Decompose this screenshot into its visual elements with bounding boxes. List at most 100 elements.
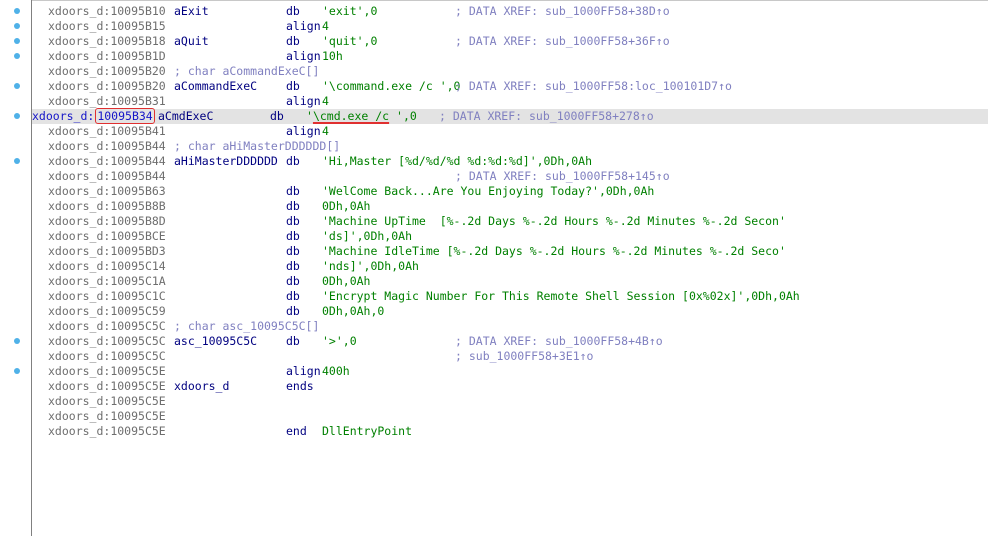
- address[interactable]: xdoors_d:10095B20: [48, 79, 166, 94]
- listing-row[interactable]: xdoors_d:10095B44 aHiMasterDDDDDD db 'Hi,Ma…: [48, 154, 988, 169]
- listing-row[interactable]: xdoors_d:10095B44 ; char aHiMasterDDDDDD[…: [48, 139, 988, 154]
- address[interactable]: xdoors_d:10095C5E: [48, 379, 166, 394]
- listing-row[interactable]: xdoors_d:10095B8D db 'Machine UpTime [%-.2…: [48, 214, 988, 229]
- operands[interactable]: 'quit',0: [322, 34, 377, 49]
- address[interactable]: xdoors_d:10095C5E: [48, 364, 166, 379]
- breakpoint-dot-icon[interactable]: [14, 23, 20, 29]
- xref-comment[interactable]: ; DATA XREF: sub_1000FF58+278↑o: [439, 109, 654, 124]
- address-offset[interactable]: 10095BD3: [110, 244, 165, 258]
- operands[interactable]: 0Dh,0Ah: [322, 199, 370, 214]
- address-offset[interactable]: 10095B34: [95, 108, 155, 124]
- address-offset[interactable]: 10095B31: [110, 94, 165, 108]
- address[interactable]: xdoors_d:10095B1D: [48, 49, 166, 64]
- address-offset[interactable]: 10095C5E: [110, 394, 165, 408]
- listing-row[interactable]: xdoors_d:10095B41 align 4: [48, 124, 988, 139]
- listing-row[interactable]: xdoors_d:10095C5C ; sub_1000FF58+3E1↑o: [48, 349, 988, 364]
- breakpoint-dot-icon[interactable]: [14, 38, 20, 44]
- breakpoint-dot-icon[interactable]: [14, 113, 20, 119]
- address-offset[interactable]: 10095B44: [110, 139, 165, 153]
- address-offset[interactable]: 10095B41: [110, 124, 165, 138]
- symbol-label[interactable]: aQuit: [174, 34, 209, 49]
- symbol-label[interactable]: aHiMasterDDDDDD: [174, 154, 278, 169]
- listing-row[interactable]: xdoors_d:10095B10 aExit db 'exit',0 ; DATA X…: [48, 4, 988, 19]
- symbol-label[interactable]: xdoors_d: [174, 379, 229, 394]
- address[interactable]: xdoors_d:10095BCE: [48, 229, 166, 244]
- address-offset[interactable]: 10095B18: [110, 34, 165, 48]
- listing-row[interactable]: xdoors_d:10095C1A db 0Dh,0Ah: [48, 274, 988, 289]
- address-offset[interactable]: 10095C1A: [110, 274, 165, 288]
- symbol-label[interactable]: aExit: [174, 4, 209, 19]
- operands[interactable]: 4: [322, 124, 329, 139]
- address[interactable]: xdoors_d:10095B8D: [48, 214, 166, 229]
- address-offset[interactable]: 10095C5E: [110, 409, 165, 423]
- operands[interactable]: '>',0: [322, 334, 357, 349]
- operands[interactable]: 'exit',0: [322, 4, 377, 19]
- address[interactable]: xdoors_d: 10095B34: [32, 108, 155, 124]
- address[interactable]: xdoors_d:10095C59: [48, 304, 166, 319]
- address-offset[interactable]: 10095B63: [110, 184, 165, 198]
- breakpoint-dot-icon[interactable]: [14, 338, 20, 344]
- operands[interactable]: 'WelCome Back...Are You Enjoying Today?'…: [322, 184, 654, 199]
- listing-row[interactable]: xdoors_d:10095C5E: [48, 394, 988, 409]
- address[interactable]: xdoors_d:10095B41: [48, 124, 166, 139]
- address[interactable]: xdoors_d:10095C1C: [48, 289, 166, 304]
- operands[interactable]: '\command.exe /c ',0: [322, 79, 460, 94]
- listing-row[interactable]: xdoors_d:10095C5E: [48, 409, 988, 424]
- operands[interactable]: 'Machine UpTime [%-.2d Days %-.2d Hours …: [322, 214, 786, 229]
- operands[interactable]: 'ds]',0Dh,0Ah: [322, 229, 412, 244]
- operands[interactable]: 400h: [322, 364, 350, 379]
- address-offset[interactable]: 10095B8D: [110, 214, 165, 228]
- listing-row[interactable]: xdoors_d:10095B31 align 4: [48, 94, 988, 109]
- line-gutter[interactable]: [0, 0, 31, 536]
- address[interactable]: xdoors_d:10095C5C: [48, 349, 166, 364]
- disassembly-listing[interactable]: xdoors_d:10095B10 aExit db'exit',0; DATA X…: [32, 4, 988, 439]
- breakpoint-dot-icon[interactable]: [14, 53, 20, 59]
- listing-row[interactable]: xdoors_d:10095C1C db 'Encrypt Magic Number…: [48, 289, 988, 304]
- operands[interactable]: 'Machine IdleTime [%-.2d Days %-.2d Hour…: [322, 244, 786, 259]
- breakpoint-dot-icon[interactable]: [14, 368, 20, 374]
- listing-row[interactable]: xdoors_d:10095C5E xdoors_d ends: [48, 379, 988, 394]
- listing-row[interactable]: xdoors_d:10095B8B db 0Dh,0Ah: [48, 199, 988, 214]
- breakpoint-dot-icon[interactable]: [14, 83, 20, 89]
- xref-comment[interactable]: ; DATA XREF: sub_1000FF58:loc_100101D7↑o: [455, 79, 732, 94]
- address[interactable]: xdoors_d:10095BD3: [48, 244, 166, 259]
- address-offset[interactable]: 10095C5E: [110, 379, 165, 393]
- xref-comment[interactable]: ; DATA XREF: sub_1000FF58+36F↑o: [455, 34, 670, 49]
- xref-comment[interactable]: ; DATA XREF: sub_1000FF58+145↑o: [455, 169, 670, 184]
- listing-row[interactable]: xdoors_d:10095B63 db 'WelCome Back...Are Y…: [48, 184, 988, 199]
- listing-row[interactable]: xdoors_d:10095B44 ; DATA XREF: sub_1000FF…: [48, 169, 988, 184]
- address[interactable]: xdoors_d:10095C5C: [48, 334, 166, 349]
- address-offset[interactable]: 10095B44: [110, 169, 165, 183]
- listing-row[interactable]: xdoors_d:10095B20 ; char aCommandExeC[]: [48, 64, 988, 79]
- operands[interactable]: 'Encrypt Magic Number For This Remote Sh…: [322, 289, 800, 304]
- xref-comment[interactable]: ; DATA XREF: sub_1000FF58+4B↑o: [455, 334, 663, 349]
- symbol-label[interactable]: asc_10095C5C: [174, 334, 257, 349]
- address-offset[interactable]: 10095B10: [110, 4, 165, 18]
- address-offset[interactable]: 10095B44: [110, 154, 165, 168]
- address[interactable]: xdoors_d:10095C1A: [48, 274, 166, 289]
- listing-row[interactable]: xdoors_d:10095C14 db 'nds]',0Dh,0Ah: [48, 259, 988, 274]
- operands[interactable]: 0Dh,0Ah: [322, 274, 370, 289]
- operand-highlight[interactable]: \cmd.exe /c: [313, 109, 389, 123]
- operands[interactable]: 4: [322, 19, 329, 34]
- address[interactable]: xdoors_d:10095B44: [48, 139, 166, 154]
- listing-row[interactable]: xdoors_d: 10095B34 aCmdExeC db '\cmd.exe /c …: [32, 108, 988, 124]
- operands[interactable]: 0Dh,0Ah,0: [322, 304, 384, 319]
- breakpoint-dot-icon[interactable]: [14, 8, 20, 14]
- listing-row[interactable]: xdoors_d:10095C5C asc_10095C5C db '>',0 ; DA…: [48, 334, 988, 349]
- address-offset[interactable]: 10095B20: [110, 79, 165, 93]
- listing-row[interactable]: xdoors_d:10095B18 aQuit db 'quit',0 ; DATA X…: [48, 34, 988, 49]
- symbol-label[interactable]: aCmdExeC: [158, 109, 213, 124]
- operands[interactable]: 'nds]',0Dh,0Ah: [322, 259, 419, 274]
- listing-row[interactable]: xdoors_d:10095B15 align 4: [48, 19, 988, 34]
- address-offset[interactable]: 10095B20: [110, 64, 165, 78]
- address[interactable]: xdoors_d:10095B44: [48, 154, 166, 169]
- address[interactable]: xdoors_d:10095B15: [48, 19, 166, 34]
- xref-comment[interactable]: ; DATA XREF: sub_1000FF58+38D↑o: [455, 4, 670, 19]
- listing-row[interactable]: xdoors_d:10095B20 aCommandExeC db '\command…: [48, 79, 988, 94]
- address-offset[interactable]: 10095C59: [110, 304, 165, 318]
- breakpoint-dot-icon[interactable]: [14, 158, 20, 164]
- operands[interactable]: '\cmd.exe /c ',0: [306, 109, 417, 124]
- listing-row[interactable]: xdoors_d:10095C5C ; char asc_10095C5C[]: [48, 319, 988, 334]
- address[interactable]: xdoors_d:10095B18: [48, 34, 166, 49]
